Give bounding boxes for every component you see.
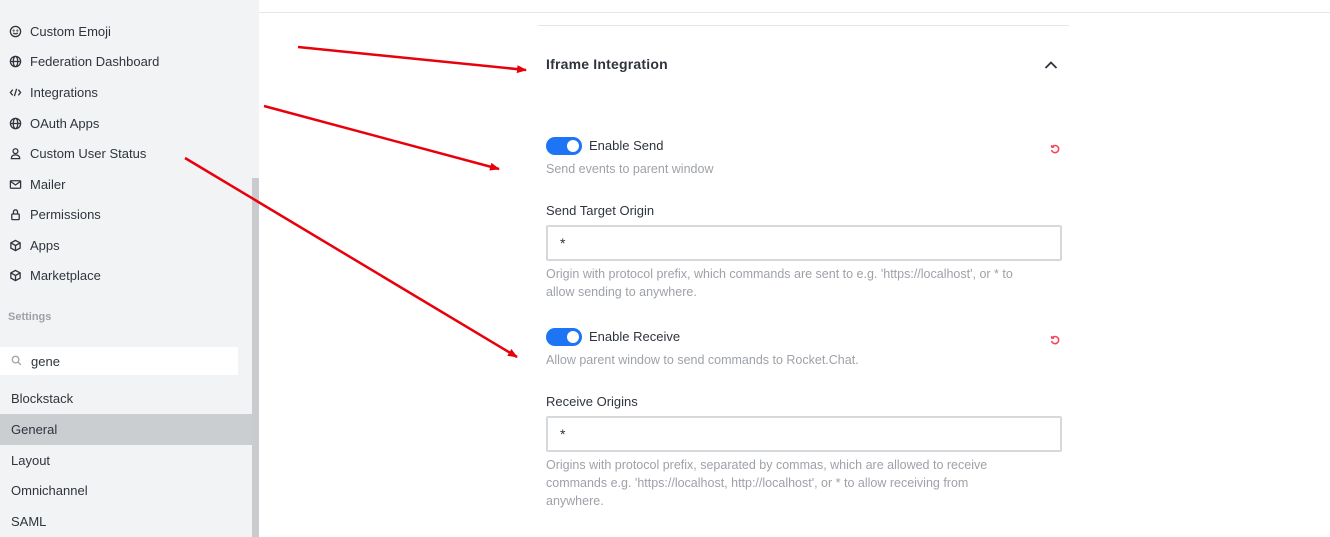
header-divider — [259, 12, 1330, 13]
settings-item-blockstack[interactable]: Blockstack — [0, 383, 252, 414]
smiley-icon — [8, 24, 22, 38]
settings-item-omnichannel[interactable]: Omnichannel — [0, 475, 252, 506]
sidebar-item-label: Integrations — [30, 84, 98, 100]
settings-item-saml[interactable]: SAML — [0, 506, 252, 537]
send-target-origin-hint-line-2: allow sending to anywhere. — [546, 285, 697, 299]
settings-search[interactable] — [0, 347, 238, 375]
enable-receive-hint: Allow parent window to send commands to … — [546, 353, 859, 367]
sidebar-item-mailer[interactable]: Mailer — [8, 172, 65, 196]
sidebar-item-label: Mailer — [30, 176, 66, 192]
annotation-arrow-1 — [297, 45, 527, 74]
sidebar-scrollbar-thumb[interactable] — [252, 178, 259, 537]
sidebar-item-oauth-apps[interactable]: OAuth Apps — [8, 111, 99, 135]
receive-origins-hint-line-3: anywhere. — [546, 494, 604, 508]
settings-item-label: General — [11, 422, 58, 437]
settings-item-layout[interactable]: Layout — [0, 445, 252, 476]
sidebar-item-custom-emoji[interactable]: Custom Emoji — [8, 19, 111, 43]
receive-origins-input[interactable] — [546, 416, 1062, 452]
admin-sidebar: Custom Emoji Federation Dashboard Integr… — [0, 0, 252, 537]
send-target-origin-hint-line-1: Origin with protocol prefix, which comma… — [546, 267, 1013, 281]
settings-section-label: Settings — [8, 311, 52, 323]
sidebar-item-integrations[interactable]: Integrations — [8, 80, 98, 104]
send-target-origin-input[interactable] — [546, 225, 1062, 261]
search-icon — [11, 355, 23, 367]
enable-send-label: Enable Send — [589, 138, 664, 153]
enable-receive-toggle[interactable] — [546, 328, 582, 346]
enable-receive-label: Enable Receive — [589, 329, 681, 344]
settings-item-general[interactable]: General — [0, 414, 252, 445]
reset-icon[interactable] — [1050, 332, 1060, 345]
lock-icon — [8, 207, 22, 221]
sidebar-item-federation-dashboard[interactable]: Federation Dashboard — [8, 49, 159, 73]
mail-icon — [8, 177, 22, 191]
settings-item-label: SAML — [11, 514, 47, 529]
sidebar-item-label: OAuth Apps — [30, 115, 100, 131]
section-divider — [538, 25, 1069, 26]
receive-origins-hint-line-2: commands e.g. 'https://localhost, http:/… — [546, 476, 969, 490]
sidebar-item-label: Custom User Status — [30, 145, 147, 161]
enable-send-hint: Send events to parent window — [546, 162, 714, 176]
sidebar-item-label: Permissions — [30, 206, 101, 222]
chevron-up-icon[interactable] — [1043, 58, 1059, 72]
code-icon — [8, 85, 22, 99]
iframe-integration-title[interactable]: Iframe Integration — [546, 56, 668, 72]
sidebar-item-marketplace[interactable]: Marketplace — [8, 263, 101, 287]
sidebar-item-label: Federation Dashboard — [30, 53, 160, 69]
sidebar-item-label: Apps — [30, 237, 60, 253]
receive-origins-hint-line-1: Origins with protocol prefix, separated … — [546, 458, 988, 472]
receive-origins-label: Receive Origins — [546, 394, 638, 409]
sidebar-item-custom-user-status[interactable]: Custom User Status — [8, 141, 146, 165]
annotation-arrow-2 — [263, 104, 500, 171]
settings-item-label: Omnichannel — [11, 483, 88, 498]
settings-item-label: Layout — [11, 453, 51, 468]
settings-search-input[interactable] — [31, 353, 221, 369]
toggle-knob — [567, 140, 579, 152]
globe-icon — [8, 54, 22, 68]
sidebar-item-label: Marketplace — [30, 267, 101, 283]
enable-send-toggle[interactable] — [546, 137, 582, 155]
cube-icon — [8, 238, 22, 252]
user-icon — [8, 146, 22, 160]
reset-icon[interactable] — [1050, 141, 1060, 154]
globe-icon — [8, 116, 22, 130]
sidebar-item-permissions[interactable]: Permissions — [8, 202, 101, 226]
sidebar-item-label: Custom Emoji — [30, 23, 111, 39]
settings-item-label: Blockstack — [11, 391, 74, 406]
cube-icon — [8, 268, 22, 282]
sidebar-item-apps[interactable]: Apps — [8, 233, 60, 257]
toggle-knob — [567, 331, 579, 343]
send-target-origin-label: Send Target Origin — [546, 203, 655, 218]
